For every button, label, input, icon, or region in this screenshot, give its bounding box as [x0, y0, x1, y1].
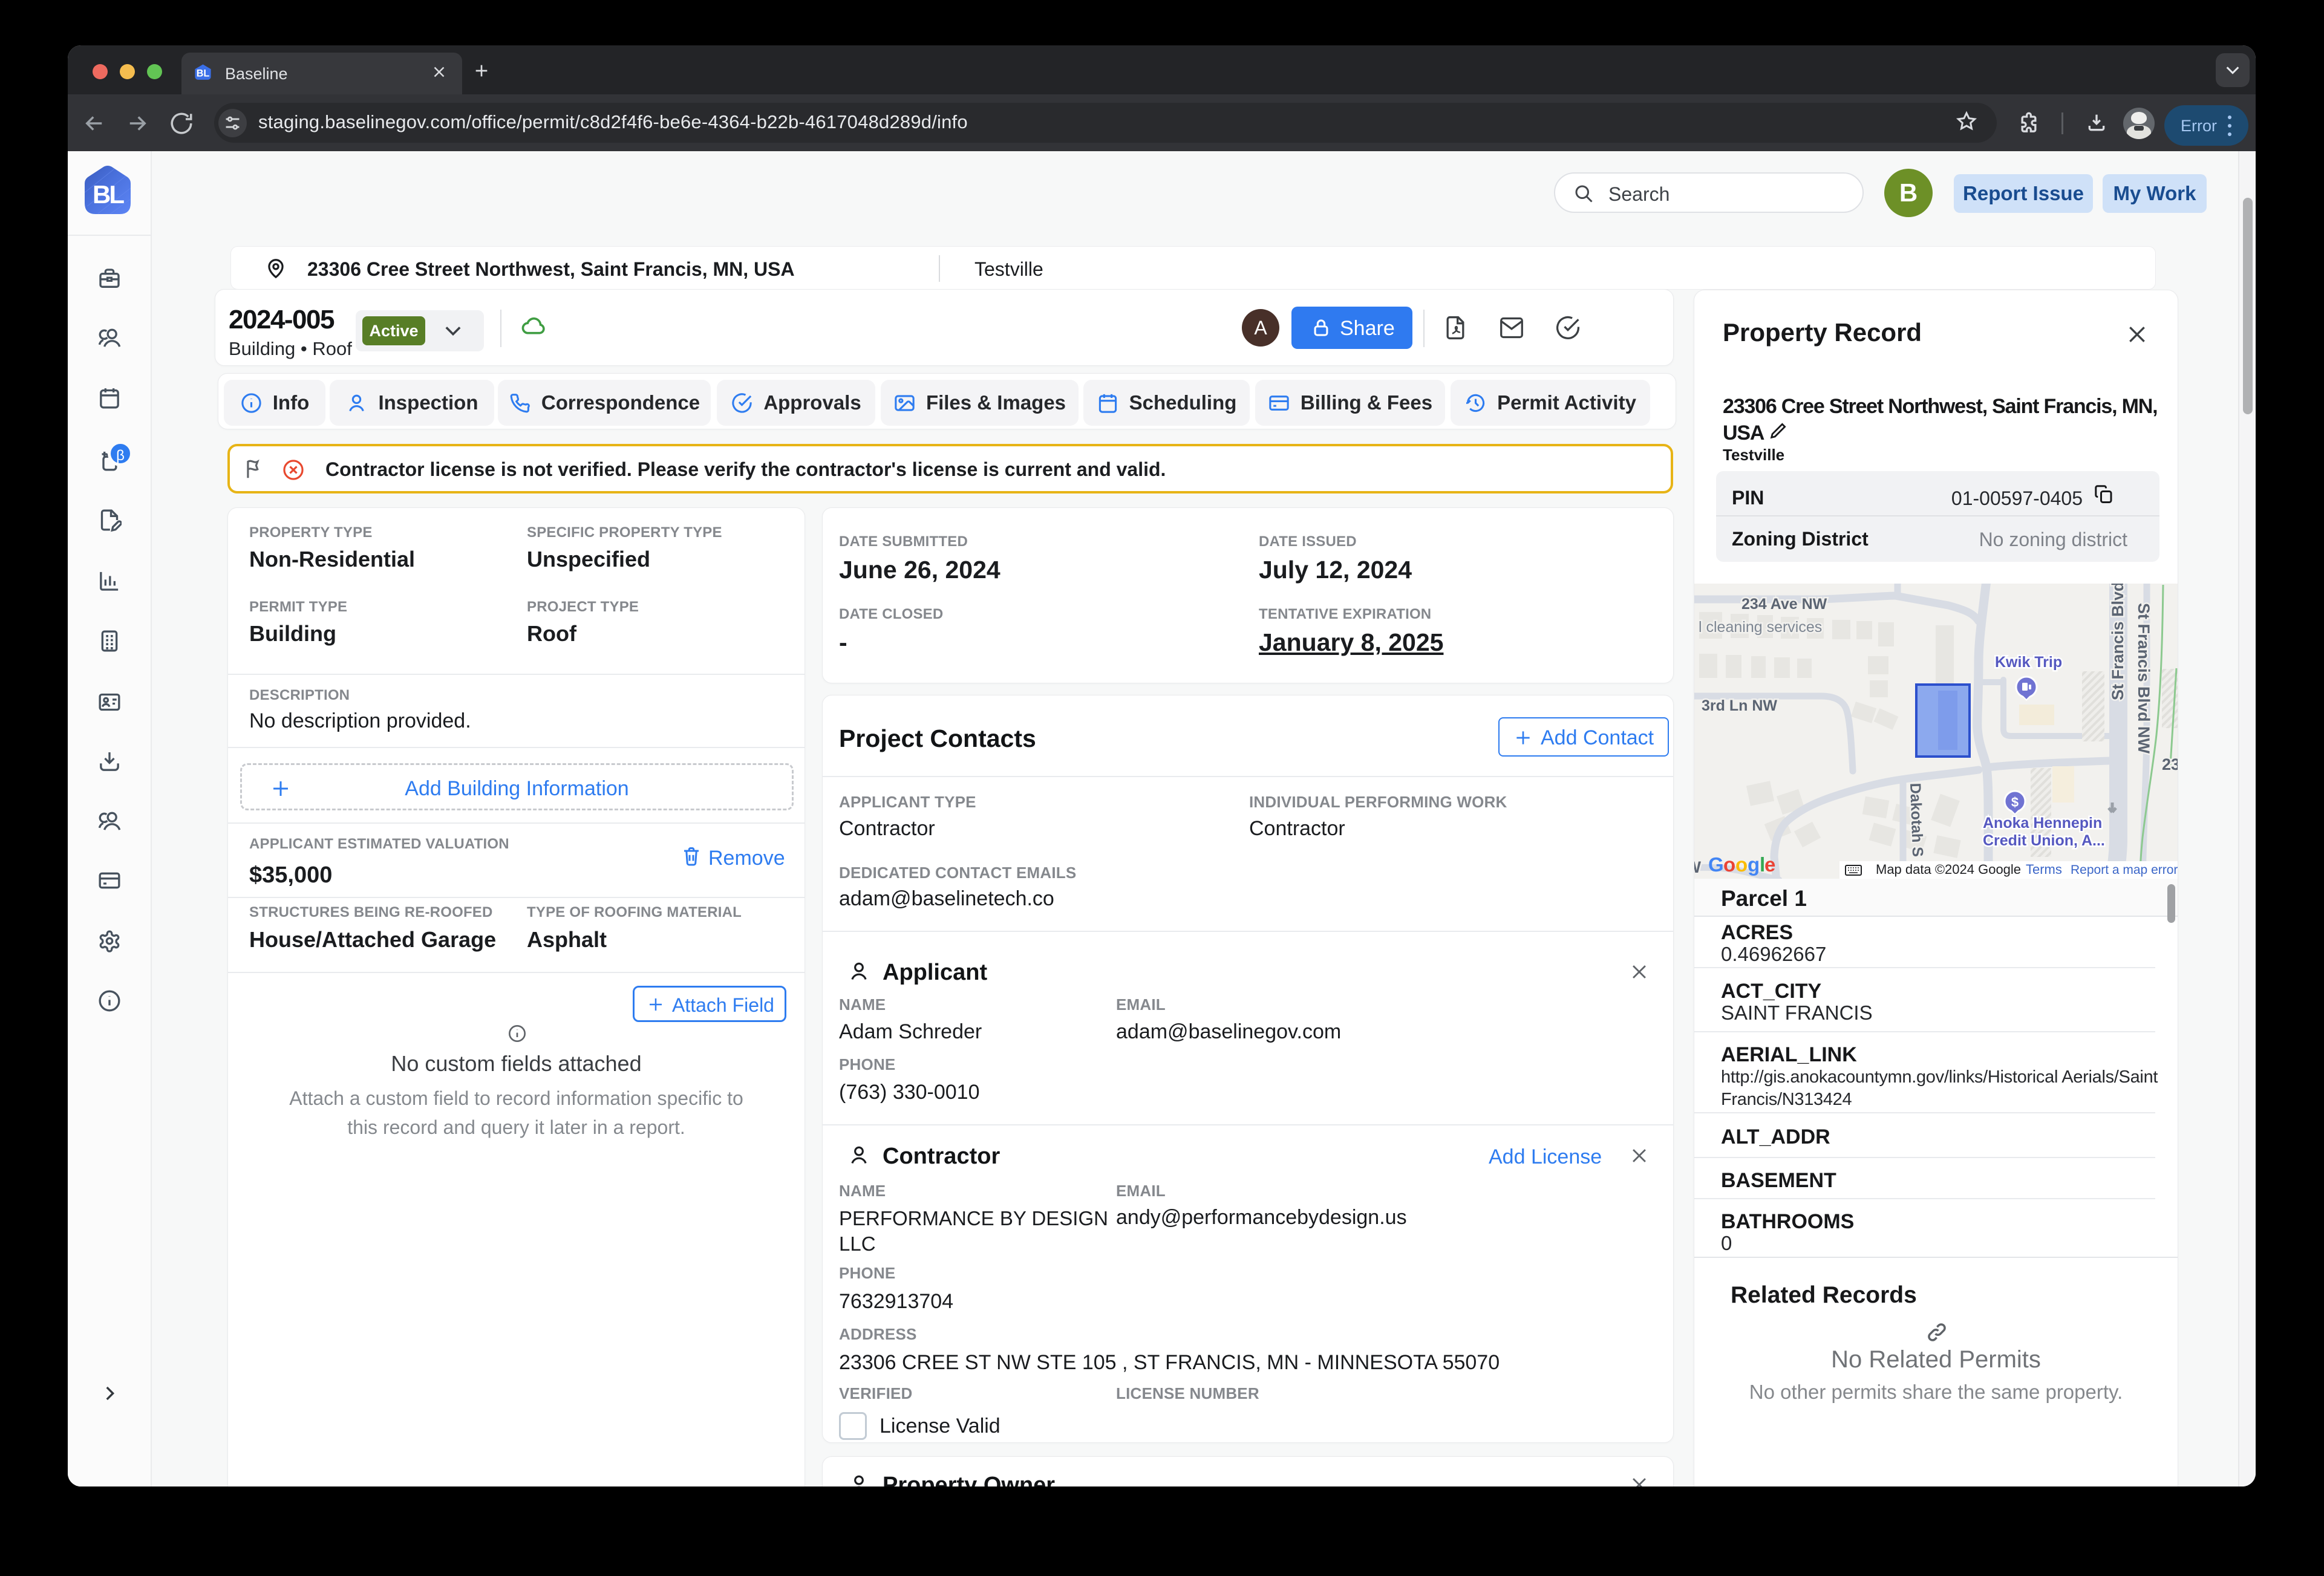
svg-text:o: o — [1723, 853, 1735, 876]
svg-text:Dakotah S: Dakotah S — [1907, 783, 1926, 857]
svg-text:Kwik Trip: Kwik Trip — [1995, 654, 2062, 671]
svg-text:o: o — [1735, 853, 1748, 876]
svg-text:l cleaning services: l cleaning services — [1699, 619, 1822, 636]
svg-text:Map data ©2024 Google: Map data ©2024 Google — [1876, 862, 2021, 877]
svg-text:$: $ — [2011, 795, 2019, 810]
svg-text:St Francis Blvd: St Francis Blvd — [2109, 584, 2127, 700]
svg-text:e: e — [1764, 853, 1775, 876]
svg-text:3rd Ln NW: 3rd Ln NW — [1702, 697, 1777, 714]
svg-text:g: g — [1748, 853, 1760, 876]
svg-text:G: G — [1708, 853, 1724, 876]
svg-text:234 Ave NW: 234 Ave NW — [1741, 596, 1827, 613]
svg-text:233Бг: 233Бг — [2162, 755, 2178, 773]
svg-text:NW: NW — [1694, 858, 1701, 876]
svg-text:BL: BL — [93, 180, 124, 209]
svg-text:BL: BL — [197, 68, 210, 79]
svg-text:Credit Union, A...: Credit Union, A... — [1983, 832, 2105, 849]
svg-text:Report a map error: Report a map error — [2071, 863, 2178, 877]
svg-text:Terms: Terms — [2026, 862, 2062, 877]
svg-text:St Francis Blvd NW: St Francis Blvd NW — [2135, 603, 2153, 754]
svg-text:Anoka Hennepin: Anoka Hennepin — [1983, 815, 2102, 832]
